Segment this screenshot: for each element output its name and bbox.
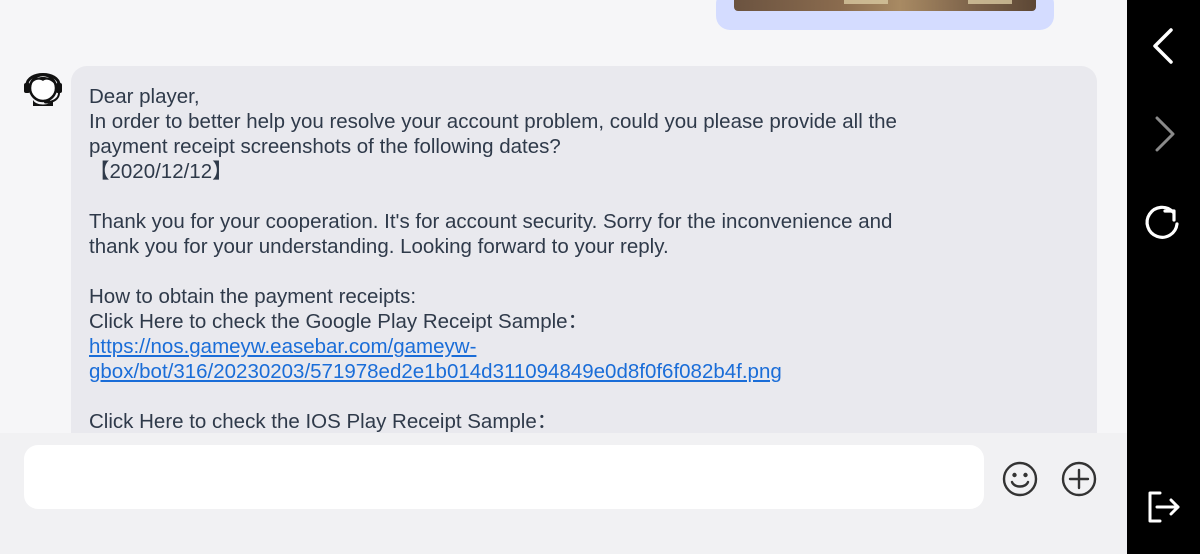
- forward-chevron-icon[interactable]: [1143, 114, 1183, 154]
- message-line: thank you for your understanding. Lookin…: [89, 235, 669, 258]
- browser-nav-rail: [1127, 0, 1200, 554]
- message-input[interactable]: [24, 445, 984, 509]
- input-bar: [0, 433, 1127, 554]
- message-line: Click Here to check the IOS Play Receipt…: [89, 410, 558, 433]
- sent-screenshot-thumbnail[interactable]: [734, 0, 1036, 11]
- smiley-icon[interactable]: [1000, 459, 1040, 499]
- message-line: Thank you for your cooperation. It's for…: [89, 210, 893, 233]
- google-receipt-sample-link[interactable]: https://nos.gameyw.easebar.com/gameyw-: [89, 335, 476, 358]
- exit-icon[interactable]: [1143, 487, 1183, 527]
- message-line: payment receipt screenshots of the follo…: [89, 135, 561, 158]
- message-list[interactable]: Dear player, In order to better help you…: [0, 0, 1127, 433]
- plus-circle-icon[interactable]: [1059, 459, 1099, 499]
- customer-service-headset-icon: [22, 66, 66, 110]
- message-line: How to obtain the payment receipts:: [89, 285, 417, 308]
- refresh-icon[interactable]: [1143, 203, 1183, 243]
- chat-screen: Dear player, In order to better help you…: [0, 0, 1200, 554]
- agent-message-bubble: Dear player, In order to better help you…: [71, 66, 1097, 433]
- google-receipt-sample-link-cont[interactable]: gbox/bot/316/20230203/571978ed2e1b014d31…: [89, 360, 782, 383]
- sent-image-bubble[interactable]: [716, 0, 1054, 30]
- back-chevron-icon[interactable]: [1143, 26, 1183, 66]
- message-date: 【2020/12/12】: [89, 160, 233, 183]
- message-greeting: Dear player,: [89, 85, 200, 108]
- message-line: Click Here to check the Google Play Rece…: [89, 310, 589, 333]
- message-line: In order to better help you resolve your…: [89, 110, 897, 133]
